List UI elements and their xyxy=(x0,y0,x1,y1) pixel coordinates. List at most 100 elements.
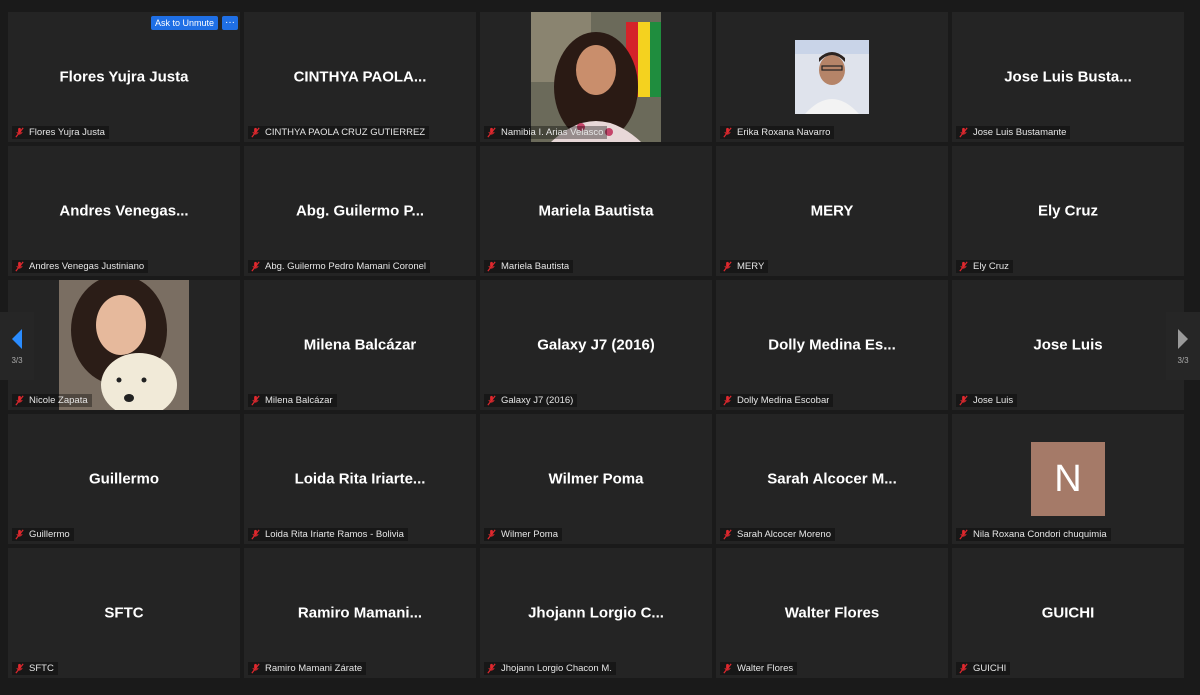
participant-tile[interactable]: Jose Luis Busta... Jose Luis Bustamante xyxy=(952,12,1184,142)
participant-name: GUICHI xyxy=(973,663,1007,674)
participant-display-name: Mariela Bautista xyxy=(538,202,654,220)
muted-mic-icon xyxy=(959,663,968,674)
previous-page-button[interactable]: 3/3 xyxy=(0,312,34,380)
participant-tile[interactable]: Namibia I. Arias Velasco xyxy=(480,12,712,142)
participant-tile[interactable]: Mariela Bautista Mariela Bautista xyxy=(480,146,712,276)
participant-tile[interactable]: Ramiro Mamani... Ramiro Mamani Zárate xyxy=(244,548,476,678)
muted-mic-icon xyxy=(251,127,260,138)
participant-label: Ely Cruz xyxy=(956,260,1013,273)
participant-tile[interactable]: CINTHYA PAOLA... CINTHYA PAOLA CRUZ GUTI… xyxy=(244,12,476,142)
participant-avatar: N xyxy=(1031,442,1105,516)
participant-tile[interactable]: GUICHI GUICHI xyxy=(952,548,1184,678)
participant-label: SFTC xyxy=(12,662,58,675)
participant-tile[interactable]: Sarah Alcocer M... Sarah Alcocer Moreno xyxy=(716,414,948,544)
muted-mic-icon xyxy=(15,663,24,674)
muted-mic-icon xyxy=(959,127,968,138)
participant-tile[interactable]: Abg. Guilermo P... Abg. Guilermo Pedro M… xyxy=(244,146,476,276)
participant-tile[interactable]: Erika Roxana Navarro xyxy=(716,12,948,142)
ask-to-unmute-button[interactable]: Ask to Unmute xyxy=(151,16,219,30)
participant-display-name: Loida Rita Iriarte... xyxy=(294,470,426,488)
participant-name: Milena Balcázar xyxy=(265,395,333,406)
participant-display-name: CINTHYA PAOLA... xyxy=(293,68,427,86)
muted-mic-icon xyxy=(487,663,496,674)
participant-name: Erika Roxana Navarro xyxy=(737,127,831,138)
participant-tile[interactable]: Milena Balcázar Milena Balcázar xyxy=(244,280,476,410)
participant-display-name: Jose Luis xyxy=(1033,336,1103,354)
participant-tile[interactable]: Nicole Zapata xyxy=(8,280,240,410)
participant-label: Mariela Bautista xyxy=(484,260,574,273)
more-options-button[interactable]: ··· xyxy=(222,16,238,30)
participant-display-name: Jhojann Lorgio C... xyxy=(528,604,664,622)
participant-label: Nicole Zapata xyxy=(12,394,92,407)
participant-display-name: Milena Balcázar xyxy=(303,336,417,354)
participant-label: Walter Flores xyxy=(720,662,798,675)
muted-mic-icon xyxy=(251,529,260,540)
participant-name: Flores Yujra Justa xyxy=(29,127,105,138)
participant-tile[interactable]: Wilmer Poma Wilmer Poma xyxy=(480,414,712,544)
participant-label: Nila Roxana Condori chuquimia xyxy=(956,528,1111,541)
muted-mic-icon xyxy=(723,127,732,138)
participant-name: Namibia I. Arias Velasco xyxy=(501,127,604,138)
participant-name: Nila Roxana Condori chuquimia xyxy=(973,529,1107,540)
participant-label: Jose Luis xyxy=(956,394,1018,407)
participant-label: Erika Roxana Navarro xyxy=(720,126,835,139)
participant-name: SFTC xyxy=(29,663,54,674)
participant-tile[interactable]: N Nila Roxana Condori chuquimia xyxy=(952,414,1184,544)
participant-label: Wilmer Poma xyxy=(484,528,563,541)
participant-label: Ramiro Mamani Zárate xyxy=(248,662,367,675)
participant-display-name: Guillermo xyxy=(88,470,159,488)
participant-tile[interactable]: Loida Rita Iriarte... Loida Rita Iriarte… xyxy=(244,414,476,544)
participant-label: Loida Rita Iriarte Ramos - Bolivia xyxy=(248,528,408,541)
participant-name: Jhojann Lorgio Chacon M. xyxy=(501,663,612,674)
participant-video xyxy=(59,280,189,410)
participant-tile[interactable]: Dolly Medina Es... Dolly Medina Escobar xyxy=(716,280,948,410)
participant-display-name: Andres Venegas... xyxy=(59,202,189,220)
participant-name: Guillermo xyxy=(29,529,70,540)
participant-name: Wilmer Poma xyxy=(501,529,559,540)
participant-name: Walter Flores xyxy=(737,663,794,674)
participant-tile[interactable]: Guillermo Guillermo xyxy=(8,414,240,544)
participant-label: Namibia I. Arias Velasco xyxy=(484,126,608,139)
participant-display-name: MERY xyxy=(810,202,854,220)
participant-label: Jose Luis Bustamante xyxy=(956,126,1071,139)
participant-tile[interactable]: Andres Venegas... Andres Venegas Justini… xyxy=(8,146,240,276)
participant-display-name: Sarah Alcocer M... xyxy=(767,470,897,488)
page-indicator: 3/3 xyxy=(1177,355,1189,365)
participant-tile[interactable]: MERY MERY xyxy=(716,146,948,276)
participant-label: GUICHI xyxy=(956,662,1011,675)
participant-display-name: Ely Cruz xyxy=(1037,202,1098,220)
participant-tile[interactable]: SFTC SFTC xyxy=(8,548,240,678)
participant-name: Loida Rita Iriarte Ramos - Bolivia xyxy=(265,529,404,540)
participant-tile[interactable]: Flores Yujra Justa Ask to Unmute ··· Flo… xyxy=(8,12,240,142)
participant-video xyxy=(795,40,869,114)
participant-tile[interactable]: Jose Luis Jose Luis xyxy=(952,280,1184,410)
participant-display-name: Wilmer Poma xyxy=(548,470,644,488)
chevron-right-icon xyxy=(1178,328,1188,349)
muted-mic-icon xyxy=(15,395,24,406)
muted-mic-icon xyxy=(251,261,260,272)
chevron-left-icon xyxy=(12,328,22,349)
participant-tile[interactable]: Walter Flores Walter Flores xyxy=(716,548,948,678)
participant-grid: Flores Yujra Justa Ask to Unmute ··· Flo… xyxy=(8,12,1184,678)
muted-mic-icon xyxy=(959,529,968,540)
participant-label: MERY xyxy=(720,260,769,273)
participant-label: Sarah Alcocer Moreno xyxy=(720,528,835,541)
muted-mic-icon xyxy=(723,261,732,272)
participant-name: Galaxy J7 (2016) xyxy=(501,395,574,406)
participant-name: Dolly Medina Escobar xyxy=(737,395,830,406)
participant-tile[interactable]: Jhojann Lorgio C... Jhojann Lorgio Chaco… xyxy=(480,548,712,678)
participant-tile[interactable]: Ely Cruz Ely Cruz xyxy=(952,146,1184,276)
participant-name: Nicole Zapata xyxy=(29,395,88,406)
muted-mic-icon xyxy=(15,127,24,138)
participant-label: Jhojann Lorgio Chacon M. xyxy=(484,662,616,675)
muted-mic-icon xyxy=(487,127,496,138)
participant-name: CINTHYA PAOLA CRUZ GUTIERREZ xyxy=(265,127,426,138)
participant-name: Jose Luis xyxy=(973,395,1014,406)
participant-name: Ramiro Mamani Zárate xyxy=(265,663,363,674)
next-page-button[interactable]: 3/3 xyxy=(1166,312,1200,380)
participant-display-name: SFTC xyxy=(104,604,144,622)
muted-mic-icon xyxy=(15,529,24,540)
participant-tile[interactable]: Galaxy J7 (2016) Galaxy J7 (2016) xyxy=(480,280,712,410)
participant-label: Dolly Medina Escobar xyxy=(720,394,834,407)
participant-display-name: Dolly Medina Es... xyxy=(768,336,896,354)
